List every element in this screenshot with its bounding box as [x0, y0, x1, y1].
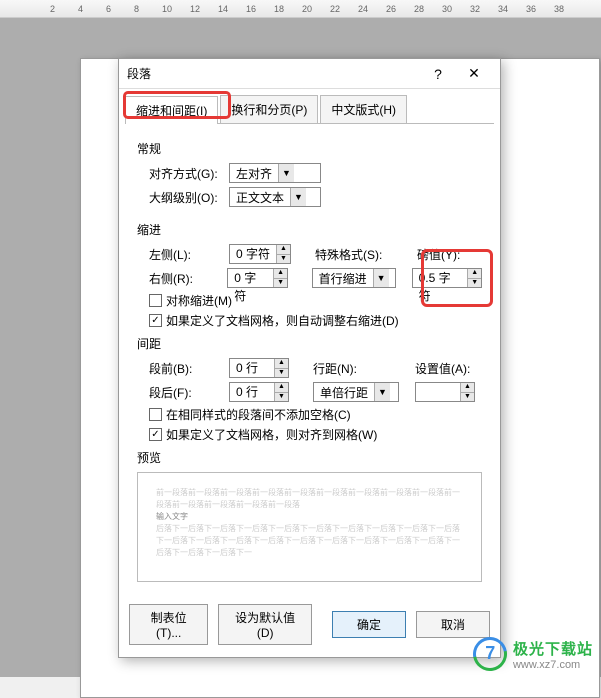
- watermark: 极光下载站 www.xz7.com: [473, 637, 593, 671]
- ruler-tick: 12: [190, 4, 200, 14]
- watermark-logo-icon: [466, 630, 513, 677]
- ruler-tick: 24: [358, 4, 368, 14]
- before-label: 段前(B):: [137, 360, 223, 377]
- ruler-tick: 26: [386, 4, 396, 14]
- by-value: 0.5 字符: [413, 269, 468, 287]
- ruler-tick: 28: [414, 4, 424, 14]
- outline-combo[interactable]: 正文文本 ▼: [229, 187, 321, 207]
- after-value: 0 行: [230, 383, 274, 401]
- at-spinner[interactable]: ▲▼: [415, 382, 475, 402]
- ruler-tick: 30: [442, 4, 452, 14]
- ruler-tick: 8: [134, 4, 139, 14]
- up-icon[interactable]: ▲: [275, 383, 288, 393]
- watermark-name: 极光下载站: [513, 638, 593, 659]
- sym-indent-checkbox[interactable]: [149, 294, 162, 307]
- special-combo[interactable]: 首行缩进 ▼: [312, 268, 396, 288]
- sym-indent-label: 对称缩进(M): [166, 292, 232, 309]
- button-bar: 制表位(T)... 设为默认值(D) 确定 取消: [119, 596, 500, 657]
- section-indent: 缩进: [137, 221, 482, 238]
- down-icon[interactable]: ▼: [275, 369, 288, 378]
- chevron-down-icon: ▼: [278, 164, 294, 182]
- align-label: 对齐方式(G):: [137, 165, 223, 182]
- line-value: 单倍行距: [314, 384, 374, 401]
- line-combo[interactable]: 单倍行距 ▼: [313, 382, 399, 402]
- ruler-tick: 22: [330, 4, 340, 14]
- left-indent-value: 0 字符: [230, 245, 276, 263]
- section-preview: 预览: [137, 449, 482, 466]
- left-indent-spinner[interactable]: 0 字符 ▲▼: [229, 244, 291, 264]
- align-value: 左对齐: [230, 165, 278, 182]
- ruler-tick: 6: [106, 4, 111, 14]
- chevron-down-icon: ▼: [374, 383, 390, 401]
- default-button[interactable]: 设为默认值(D): [218, 604, 312, 645]
- up-icon[interactable]: ▲: [468, 269, 481, 279]
- after-label: 段后(F):: [137, 384, 223, 401]
- ruler-tick: 16: [246, 4, 256, 14]
- left-indent-label: 左侧(L):: [137, 246, 223, 263]
- right-indent-spinner[interactable]: 0 字符 ▲▼: [227, 268, 288, 288]
- section-general: 常规: [137, 140, 482, 157]
- at-value: [416, 383, 460, 401]
- titlebar: 段落 ? ✕: [119, 59, 500, 89]
- up-icon[interactable]: ▲: [461, 383, 474, 393]
- ruler-tick: 10: [162, 4, 172, 14]
- down-icon[interactable]: ▼: [275, 393, 288, 402]
- preview-sample: 输入文字: [156, 512, 188, 521]
- down-icon[interactable]: ▼: [461, 393, 474, 402]
- tab-line-page[interactable]: 换行和分页(P): [220, 95, 318, 123]
- snap-label: 如果定义了文档网格，则对齐到网格(W): [166, 426, 377, 443]
- help-button[interactable]: ?: [420, 66, 456, 82]
- ruler-tick: 18: [274, 4, 284, 14]
- tabs-button[interactable]: 制表位(T)...: [129, 604, 208, 645]
- after-spinner[interactable]: 0 行 ▲▼: [229, 382, 289, 402]
- tab-chinese[interactable]: 中文版式(H): [320, 95, 407, 123]
- ruler-tick: 38: [554, 4, 564, 14]
- before-spinner[interactable]: 0 行 ▲▼: [229, 358, 289, 378]
- right-indent-value: 0 字符: [228, 269, 273, 287]
- line-label: 行距(N):: [313, 360, 389, 377]
- at-label: 设置值(A):: [415, 360, 475, 377]
- down-icon[interactable]: ▼: [468, 279, 481, 288]
- ruler-tick: 20: [302, 4, 312, 14]
- paragraph-dialog: 段落 ? ✕ 缩进和间距(I) 换行和分页(P) 中文版式(H) 常规 对齐方式…: [118, 58, 501, 658]
- up-icon[interactable]: ▲: [275, 359, 288, 369]
- section-spacing: 间距: [137, 335, 482, 352]
- cancel-button[interactable]: 取消: [416, 611, 490, 638]
- ruler-tick: 32: [470, 4, 480, 14]
- down-icon[interactable]: ▼: [274, 279, 287, 288]
- snap-checkbox[interactable]: [149, 428, 162, 441]
- by-label: 磅值(Y):: [417, 246, 477, 263]
- ruler-tick: 2: [50, 4, 55, 14]
- ok-button[interactable]: 确定: [332, 611, 406, 638]
- before-value: 0 行: [230, 359, 274, 377]
- auto-adjust-checkbox[interactable]: [149, 314, 162, 327]
- by-spinner[interactable]: 0.5 字符 ▲▼: [412, 268, 482, 288]
- special-label: 特殊格式(S):: [315, 246, 391, 263]
- auto-adjust-label: 如果定义了文档网格，则自动调整右缩进(D): [166, 312, 399, 329]
- chevron-down-icon: ▼: [290, 188, 306, 206]
- up-icon[interactable]: ▲: [277, 245, 290, 255]
- nospace-label: 在相同样式的段落间不添加空格(C): [166, 406, 351, 423]
- ruler-tick: 34: [498, 4, 508, 14]
- right-indent-label: 右侧(R):: [137, 270, 221, 287]
- close-button[interactable]: ✕: [456, 65, 492, 82]
- outline-label: 大纲级别(O):: [137, 189, 223, 206]
- preview-box: 前一段落前一段落前一段落前一段落前一段落前一段落前一段落前一段落前一段落前一段落…: [137, 472, 482, 582]
- tab-indent-spacing[interactable]: 缩进和间距(I): [125, 96, 218, 124]
- align-combo[interactable]: 左对齐 ▼: [229, 163, 321, 183]
- outline-value: 正文文本: [230, 189, 290, 206]
- down-icon[interactable]: ▼: [277, 255, 290, 264]
- chevron-down-icon: ▼: [373, 269, 389, 287]
- ruler-tick: 36: [526, 4, 536, 14]
- ruler-tick: 4: [78, 4, 83, 14]
- tab-content: 常规 对齐方式(G): 左对齐 ▼ 大纲级别(O): 正文文本 ▼ 缩进 左侧(…: [125, 123, 494, 596]
- watermark-url: www.xz7.com: [513, 659, 593, 671]
- dialog-title: 段落: [127, 65, 420, 82]
- ruler: 2468101214161820222426283032343638: [0, 0, 601, 18]
- nospace-checkbox[interactable]: [149, 408, 162, 421]
- special-value: 首行缩进: [313, 270, 373, 287]
- up-icon[interactable]: ▲: [274, 269, 287, 279]
- ruler-tick: 14: [218, 4, 228, 14]
- tabstrip: 缩进和间距(I) 换行和分页(P) 中文版式(H): [119, 89, 500, 123]
